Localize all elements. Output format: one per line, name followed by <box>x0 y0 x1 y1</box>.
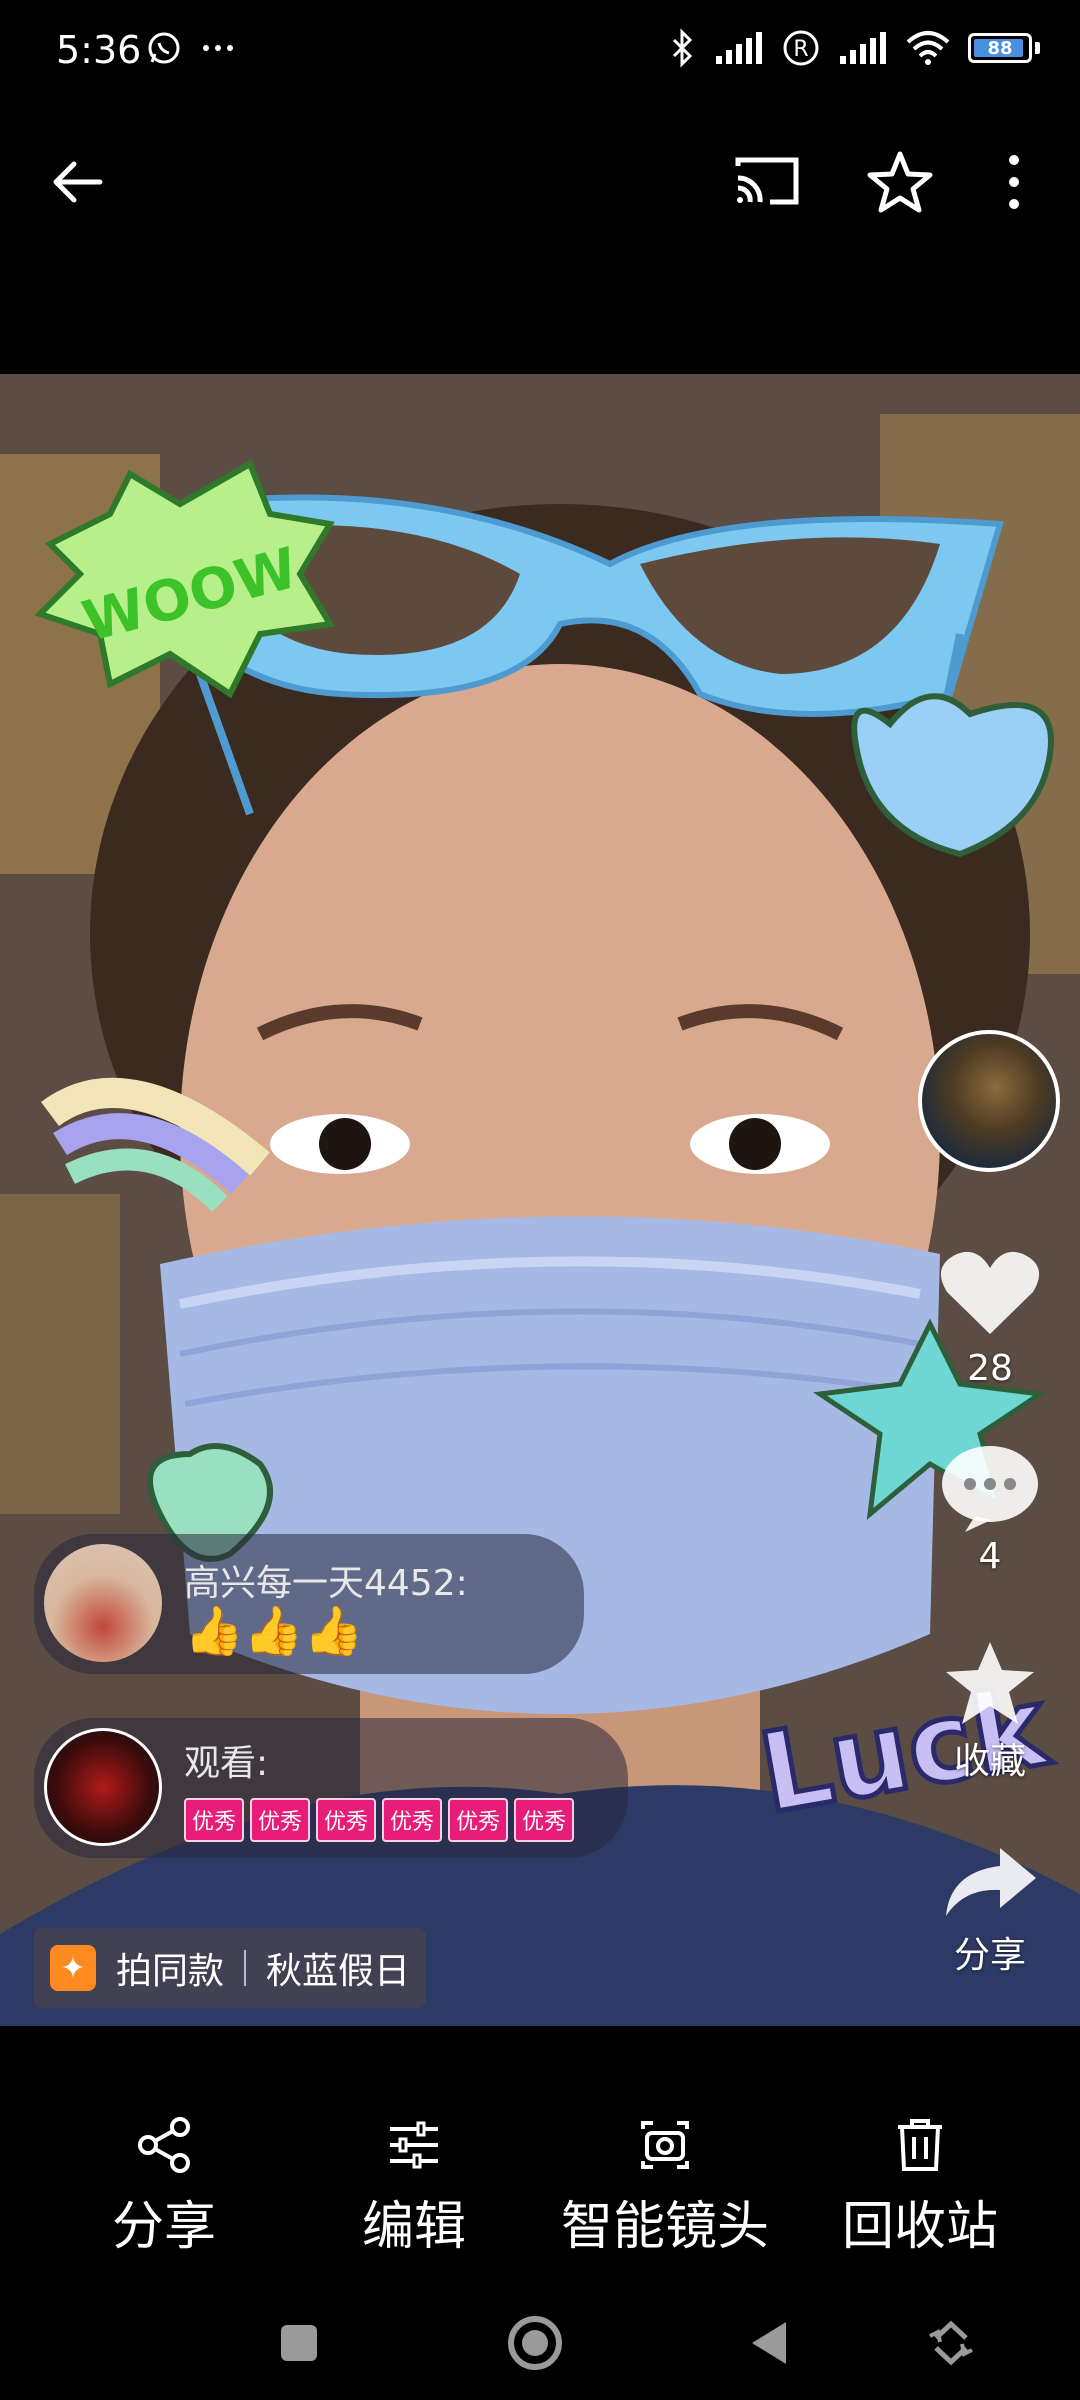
comment-action[interactable]: 4 <box>910 1442 1070 1577</box>
smart-lens-label: 智能镜头 <box>560 2197 769 2257</box>
roaming-icon: R <box>783 30 819 66</box>
comment-user-1: 高兴每一天4452: <box>184 1563 468 1604</box>
favorite-button[interactable] <box>860 144 940 220</box>
edit-label: 编辑 <box>361 2197 466 2257</box>
more-vertical-icon <box>1009 155 1019 209</box>
more-notifications-icon <box>203 45 233 51</box>
badge: 优秀 <box>250 1798 311 1842</box>
creator-avatar[interactable] <box>918 1030 1060 1172</box>
sparkle-icon: ✦ <box>50 1945 96 1991</box>
comment-user-2: 观看: <box>184 1743 269 1784</box>
tune-icon <box>390 2121 438 2169</box>
whatsapp-icon <box>148 32 180 64</box>
share-arrow-icon <box>946 1848 1036 1916</box>
trash-icon <box>898 2119 942 2171</box>
svg-text:R: R <box>793 37 808 62</box>
rotate-icon[interactable] <box>926 2318 976 2368</box>
signal-icon-2 <box>840 32 886 64</box>
same-style-bar[interactable]: ✦ 拍同款 秋蓝假日 <box>34 1928 427 2008</box>
back-button[interactable] <box>40 144 116 220</box>
status-left-icons <box>146 30 236 66</box>
battery-level: 88 <box>987 37 1013 59</box>
battery-cap <box>1035 42 1040 54</box>
home-icon[interactable] <box>506 2314 564 2372</box>
star-outline-icon <box>867 151 933 213</box>
lens-icon <box>641 2121 689 2169</box>
bluetooth-icon <box>672 28 693 68</box>
comment-avatar-1 <box>44 1544 162 1662</box>
share-icon <box>138 2117 190 2173</box>
cast-button[interactable] <box>726 144 806 220</box>
wifi-icon <box>906 31 950 65</box>
comment-icon <box>942 1446 1038 1532</box>
share-label: 分享 <box>953 1935 1026 1976</box>
comment-bubble-2: 观看: 优秀 优秀 优秀 优秀 优秀 优秀 <box>34 1718 628 1858</box>
badge: 优秀 <box>448 1798 509 1842</box>
status-time: 5:36 <box>56 28 142 72</box>
cast-icon <box>735 157 799 205</box>
share-button[interactable]: 分享 <box>64 2110 264 2259</box>
edit-button[interactable]: 编辑 <box>314 2110 514 2259</box>
like-count: 28 <box>967 1348 1013 1389</box>
comment-avatar-2 <box>44 1728 162 1846</box>
badge: 优秀 <box>316 1798 377 1842</box>
badge: 优秀 <box>514 1798 575 1842</box>
music-label: 秋蓝假日 <box>266 1951 411 1992</box>
comment-badges: 优秀 优秀 优秀 优秀 优秀 优秀 <box>184 1798 580 1842</box>
battery-icon: 88 <box>968 33 1032 63</box>
like-action[interactable]: 28 <box>910 1244 1070 1389</box>
badge: 优秀 <box>382 1798 443 1842</box>
recent-apps-icon[interactable] <box>278 2322 320 2364</box>
arrow-left-icon <box>53 161 103 203</box>
status-bar: 5:36 R 88 <box>0 0 1080 108</box>
top-app-bar <box>0 108 1080 256</box>
smart-lens-button[interactable]: 智能镜头 <box>540 2110 790 2259</box>
badge: 优秀 <box>184 1798 245 1842</box>
same-style-label: 拍同款 <box>116 1951 225 1992</box>
collect-action[interactable]: 收藏 <box>910 1638 1070 1784</box>
star-filled-icon <box>946 1642 1034 1724</box>
divider <box>244 1950 247 1986</box>
comment-text-1: 👍👍👍 <box>184 1603 364 1659</box>
recycle-bin-button[interactable]: 回收站 <box>820 2110 1020 2259</box>
back-nav-icon[interactable] <box>748 2318 790 2368</box>
share-label: 分享 <box>111 2197 216 2257</box>
signal-icon <box>716 32 762 64</box>
navigation-bar <box>0 2280 1080 2400</box>
bottom-toolbar: 分享 编辑 智能镜头 回收站 <box>0 2110 1080 2270</box>
comment-count: 4 <box>978 1536 1002 1577</box>
heart-icon <box>940 1251 1040 1334</box>
recycle-bin-label: 回收站 <box>841 2197 998 2257</box>
comment-bubble-1: 高兴每一天4452: 👍👍👍 <box>34 1534 584 1674</box>
collect-label: 收藏 <box>953 1741 1026 1782</box>
share-action[interactable]: 分享 <box>910 1842 1070 1978</box>
more-options-button[interactable] <box>974 144 1054 220</box>
photo-viewer[interactable]: WOOW Luck 28 4 收藏 分享 高兴每一天4452: 👍👍👍 观看: … <box>0 374 1080 2026</box>
status-right-icons: R 88 <box>670 28 1040 68</box>
